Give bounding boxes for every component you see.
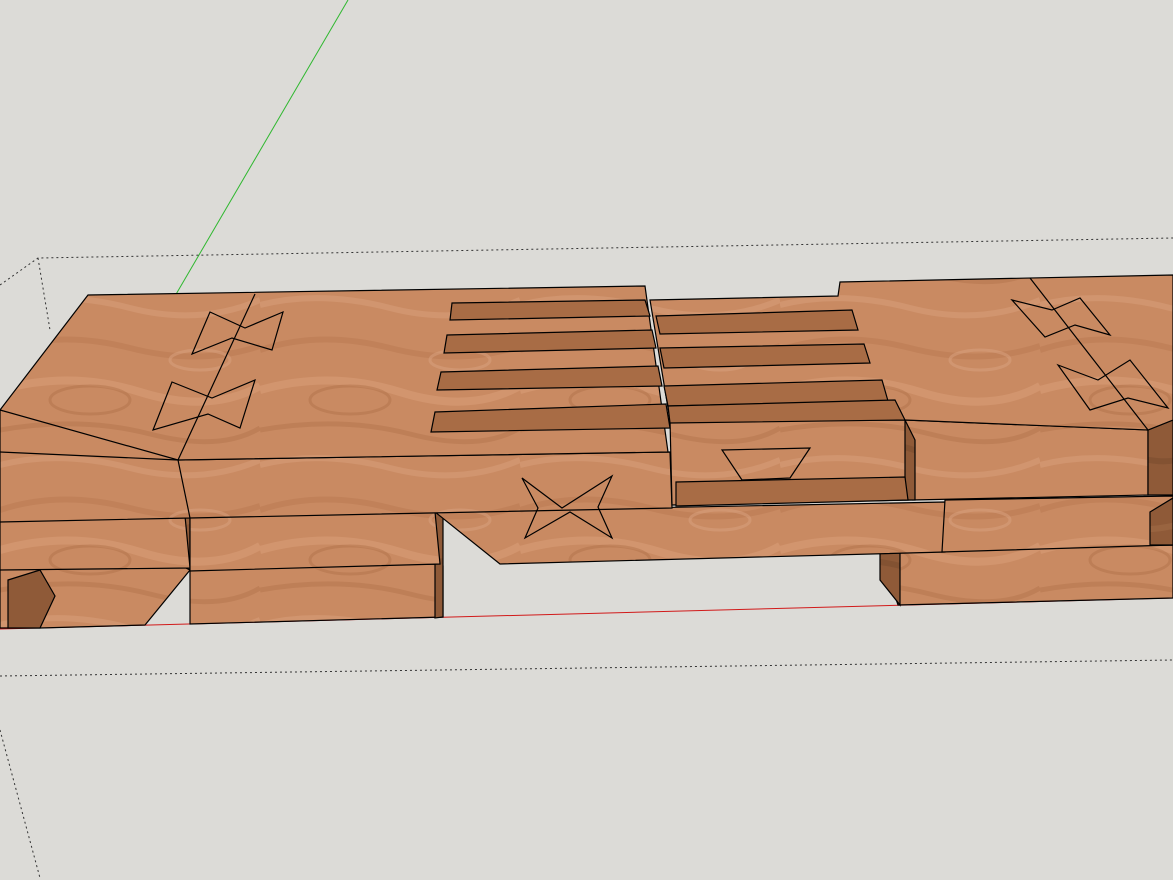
model-canvas[interactable] [0,0,1173,880]
slot-1 [449,299,651,321]
sketchup-viewport[interactable] [0,0,1173,880]
green-axis-line [174,0,349,297]
